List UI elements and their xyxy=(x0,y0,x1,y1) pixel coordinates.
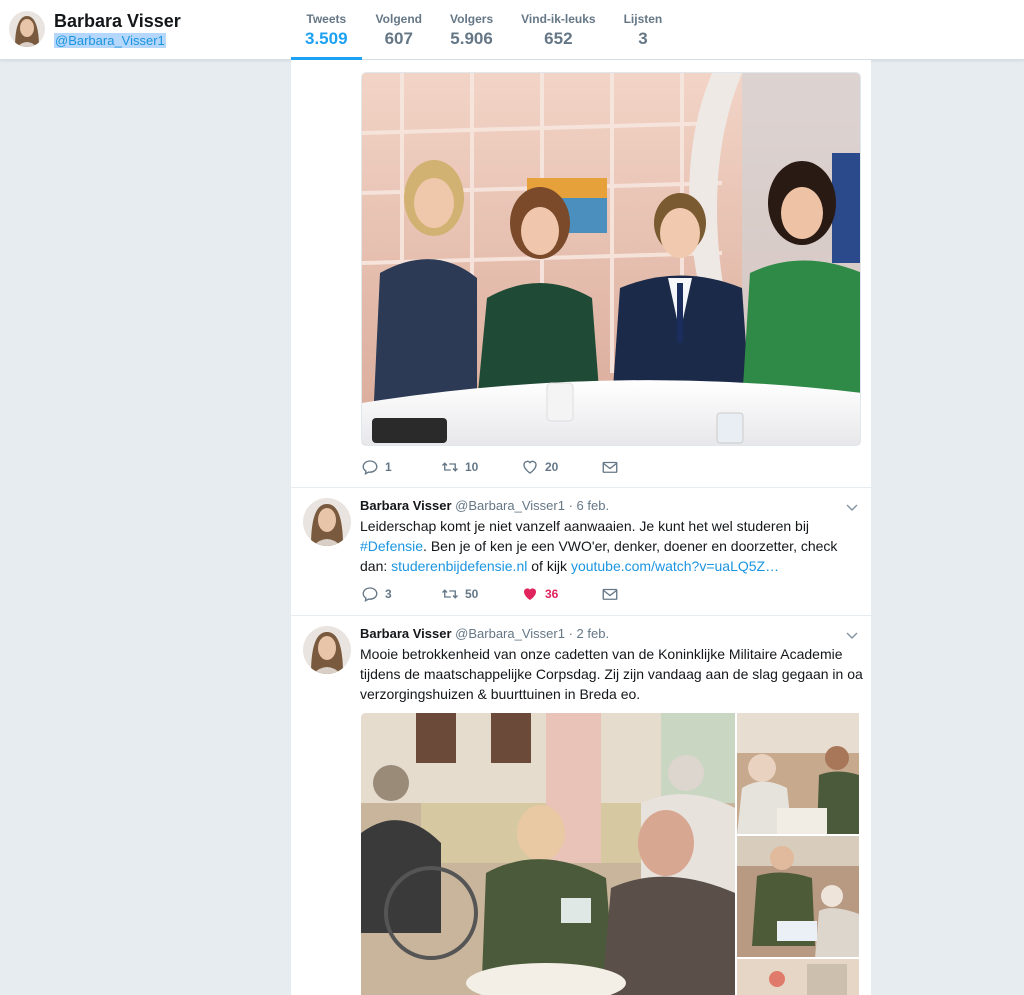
tweet-text: Mooie betrokkenheid van onze cadetten va… xyxy=(360,646,863,702)
tweet-actions: 3 50 36 xyxy=(361,585,681,603)
retweet-action[interactable]: 50 xyxy=(441,585,521,603)
tweet-text-segment: Leiderschap komt je niet vanzelf aanwaai… xyxy=(360,518,810,534)
tweet-photo[interactable] xyxy=(737,713,859,835)
stat-tweets[interactable]: Tweets 3.509 xyxy=(291,0,362,60)
stat-value: 652 xyxy=(544,29,573,48)
tweet-text: Leiderschap komt je niet vanzelf aanwaai… xyxy=(360,516,865,576)
hashtag-link[interactable]: #Defensie xyxy=(360,538,423,554)
tweet-author-handle[interactable]: @Barbara_Visser1 xyxy=(455,626,565,641)
tweet-item[interactable]: 1 10 20 xyxy=(291,60,871,488)
retweet-count: 50 xyxy=(465,587,479,601)
tweet-photo[interactable] xyxy=(361,713,735,995)
tweet-actions: 1 10 20 xyxy=(361,458,681,476)
envelope-icon xyxy=(602,588,618,600)
tweet-author-avatar[interactable] xyxy=(303,498,351,546)
tweet-header: Barbara Visser @Barbara_Visser1 · 2 feb. xyxy=(360,626,609,641)
tweet-item[interactable]: Barbara Visser @Barbara_Visser1 · 2 feb.… xyxy=(291,616,871,995)
stat-label: Tweets xyxy=(306,12,347,26)
like-count: 36 xyxy=(545,587,559,601)
stat-label: Volgend xyxy=(375,12,422,26)
reply-icon xyxy=(362,587,378,603)
like-count: 20 xyxy=(545,460,559,474)
tweet-date[interactable]: · 6 feb. xyxy=(569,498,609,513)
stat-label: Vind-ik-leuks xyxy=(521,12,596,26)
reply-action[interactable]: 1 xyxy=(361,458,441,476)
reply-count: 3 xyxy=(385,587,392,601)
chevron-down-icon[interactable] xyxy=(845,628,859,642)
tweet-photo-column xyxy=(737,713,859,995)
dm-action[interactable] xyxy=(601,458,681,476)
retweet-icon xyxy=(442,462,458,472)
tweet-author-name[interactable]: Barbara Visser xyxy=(360,498,452,513)
stat-value: 5.906 xyxy=(450,29,493,48)
url-link[interactable]: studerenbijdefensie.nl xyxy=(391,558,527,574)
url-link[interactable]: youtube.com/watch?v=uaLQ5Z… xyxy=(571,558,779,574)
tweet-item[interactable]: Barbara Visser @Barbara_Visser1 · 6 feb.… xyxy=(291,488,871,616)
profile-avatar[interactable] xyxy=(9,11,45,47)
stat-following[interactable]: Volgend 607 xyxy=(362,0,436,60)
heart-icon xyxy=(524,588,536,600)
profile-stats-nav: Tweets 3.509 Volgend 607 Volgers 5.906 V… xyxy=(291,0,676,60)
stat-lists[interactable]: Lijsten 3 xyxy=(610,0,677,60)
stat-value: 3.509 xyxy=(305,29,348,48)
tweet-photo[interactable] xyxy=(737,836,859,958)
envelope-icon xyxy=(602,461,618,473)
profile-header-bar: Barbara Visser @Barbara_Visser1 Tweets 3… xyxy=(0,0,1024,60)
tweet-author-handle[interactable]: @Barbara_Visser1 xyxy=(455,498,565,513)
profile-handle[interactable]: @Barbara_Visser1 xyxy=(54,33,166,48)
stat-label: Volgers xyxy=(450,12,494,26)
retweet-icon xyxy=(442,589,458,599)
stat-followers[interactable]: Volgers 5.906 xyxy=(436,0,507,60)
stat-likes[interactable]: Vind-ik-leuks 652 xyxy=(507,0,609,60)
reply-action[interactable]: 3 xyxy=(361,585,441,603)
reply-count: 1 xyxy=(385,460,392,474)
tweet-photo[interactable] xyxy=(737,959,859,995)
tweet-photo[interactable] xyxy=(361,72,861,446)
dm-action[interactable] xyxy=(601,585,681,603)
tweet-date[interactable]: · 2 feb. xyxy=(569,626,609,641)
tweet-timeline: 1 10 20 Barbara Visser @Barbara_Visser1 … xyxy=(291,60,871,995)
tweet-author-avatar[interactable] xyxy=(303,626,351,674)
retweet-count: 10 xyxy=(465,460,479,474)
tweet-header: Barbara Visser @Barbara_Visser1 · 6 feb. xyxy=(360,498,609,513)
retweet-action[interactable]: 10 xyxy=(441,458,521,476)
reply-icon xyxy=(362,460,378,476)
tweet-photo-grid xyxy=(361,713,859,995)
stat-value: 3 xyxy=(638,29,648,48)
heart-icon xyxy=(523,460,537,474)
stat-value: 607 xyxy=(384,29,413,48)
profile-name[interactable]: Barbara Visser xyxy=(54,11,181,32)
tweet-text-segment: of kijk xyxy=(527,558,571,574)
stat-label: Lijsten xyxy=(623,12,663,26)
tweet-author-name[interactable]: Barbara Visser xyxy=(360,626,452,641)
like-action[interactable]: 36 xyxy=(521,585,601,603)
like-action[interactable]: 20 xyxy=(521,458,601,476)
chevron-down-icon[interactable] xyxy=(845,500,859,514)
